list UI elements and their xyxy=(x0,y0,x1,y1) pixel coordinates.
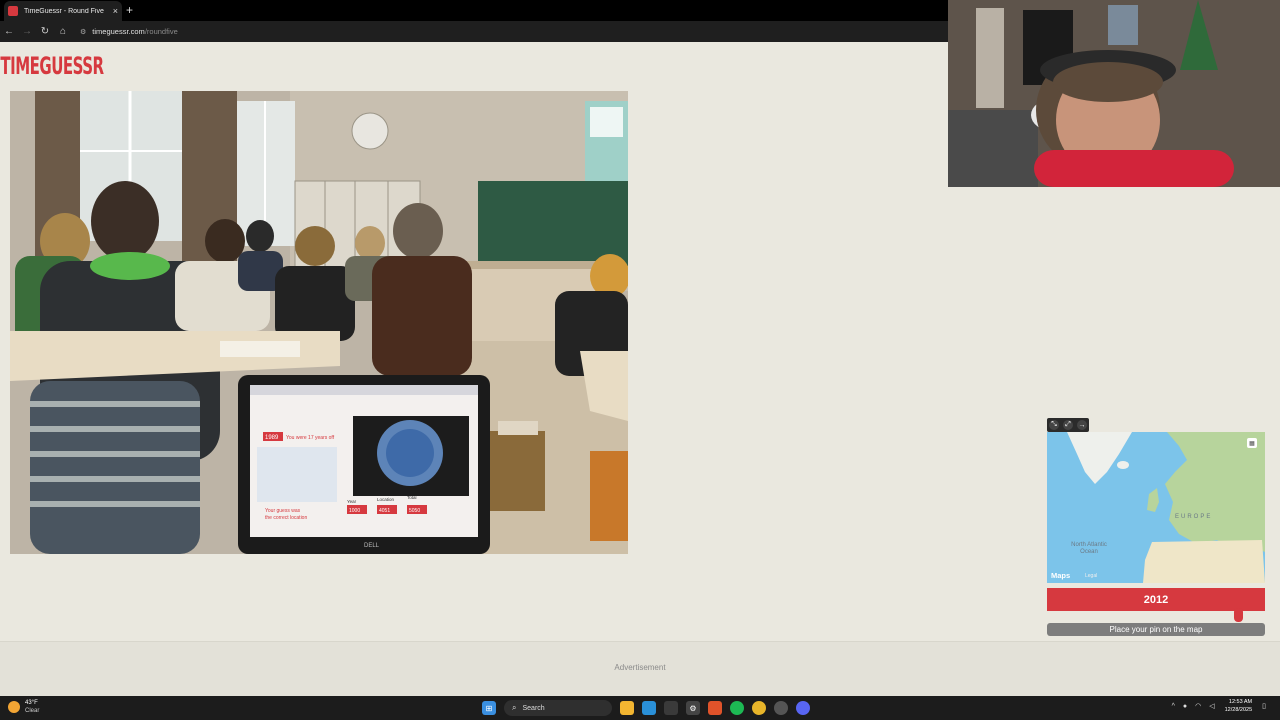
maps-logo-text: Maps xyxy=(1051,571,1071,580)
windows-taskbar: 43°F Clear ⊞ ⌕ Search ⚙ ^ ● ◠ ◁ 12:53 AM… xyxy=(0,696,1280,720)
year-slider-thumb[interactable] xyxy=(1233,608,1243,622)
settings-icon[interactable]: ⚙ xyxy=(686,701,700,715)
wifi-icon[interactable]: ◠ xyxy=(1195,702,1201,710)
clock-time: 12:53 AM xyxy=(1228,699,1253,705)
photo-year-score: 1000 xyxy=(349,508,360,514)
shrink-map-icon[interactable]: ⤢ xyxy=(1063,420,1073,430)
back-icon[interactable]: ← xyxy=(0,26,18,37)
map-label-ocean: North Atlantic Ocean xyxy=(1071,542,1107,555)
photo-guess-text-2: the correct location xyxy=(265,515,307,521)
map-landmass-drawing xyxy=(1067,432,1265,583)
photo-years-off: You were 17 years off xyxy=(286,435,335,441)
system-tray: ^ ● ◠ ◁ 12:53 AM 12/28/2025 ▯ xyxy=(1168,698,1270,714)
webcam-overlay xyxy=(948,0,1280,187)
pin-map-icon[interactable]: → xyxy=(1077,420,1087,430)
photo-total-label: Total xyxy=(407,495,417,500)
discord-icon[interactable] xyxy=(796,701,810,715)
brave-icon[interactable] xyxy=(708,701,722,715)
browser-tab[interactable]: TimeGuessr - Round Five × xyxy=(4,1,122,21)
place-pin-button[interactable]: Place your pin on the map xyxy=(1047,623,1265,636)
clock-date: 12/28/2025 xyxy=(1224,707,1253,713)
expand-map-icon[interactable]: ⤡ xyxy=(1049,420,1059,430)
photo-laptop-brand: DELL xyxy=(364,543,380,549)
chevron-up-icon[interactable]: ^ xyxy=(1172,703,1175,710)
browser-toolbar: ← → ↻ ⌂ ⚙ timeguessr.com/roundfive xyxy=(0,21,948,42)
app-icon[interactable] xyxy=(664,701,678,715)
obs-icon[interactable] xyxy=(774,701,788,715)
address-bar[interactable]: ⚙ timeguessr.com/roundfive xyxy=(76,24,948,39)
close-tab-icon[interactable]: × xyxy=(113,6,118,16)
url-domain: timeguessr.com xyxy=(92,27,145,36)
apple-maps-logo: Maps xyxy=(1051,571,1070,580)
weather-icon xyxy=(8,701,20,713)
webcam-drawing xyxy=(948,0,1280,187)
photo-year-badge: 1989 xyxy=(265,435,279,441)
search-icon: ⌕ xyxy=(512,703,517,712)
weather-widget[interactable]: 43°F Clear xyxy=(8,699,39,715)
taskbar-search[interactable]: ⌕ Search xyxy=(504,700,612,716)
maps-legal-link[interactable]: Legal xyxy=(1085,573,1097,579)
reload-icon[interactable]: ↻ xyxy=(36,26,54,37)
notification-icon[interactable]: ▯ xyxy=(1262,702,1266,710)
windows-start-icon[interactable]: ⊞ xyxy=(482,701,496,715)
photo-guess-text: Your guess was xyxy=(265,508,301,514)
taskbar-search-label: Search xyxy=(522,704,545,712)
timeguessr-favicon-icon xyxy=(8,6,18,16)
spotify-icon[interactable] xyxy=(730,701,744,715)
timeguessr-logo[interactable]: TIMEGUESSR xyxy=(0,42,104,90)
photo-year-label: Year xyxy=(347,499,357,504)
volume-icon[interactable]: ◁ xyxy=(1209,702,1214,710)
photo-location-score: 4051 xyxy=(379,508,390,514)
map-label-europe: EUROPE xyxy=(1175,514,1213,520)
advertisement-label: Advertisement xyxy=(614,663,666,672)
year-slider[interactable] xyxy=(1047,613,1265,618)
steam-icon[interactable] xyxy=(642,701,656,715)
year-value: 2012 xyxy=(1047,588,1265,611)
tab-title: TimeGuessr - Round Five xyxy=(24,7,104,15)
classroom-photo-drawing: DELL 1989 You were 17 years off Your guess … xyxy=(10,91,628,554)
file-explorer-icon[interactable] xyxy=(620,701,634,715)
photo-total-score: 5050 xyxy=(409,508,420,514)
round-photo: DELL 1989 You were 17 years off Your guess … xyxy=(10,91,628,554)
home-icon[interactable]: ⌂ xyxy=(54,26,72,37)
site-info-icon[interactable]: ⚙ xyxy=(80,28,86,36)
map-layers-icon[interactable]: ▦ xyxy=(1247,438,1257,448)
photo-location-label: Location xyxy=(377,497,395,502)
new-tab-button[interactable]: + xyxy=(126,3,133,17)
chrome-icon[interactable] xyxy=(752,701,766,715)
url-path: /roundfive xyxy=(144,27,178,36)
guess-map[interactable]: EUROPE North Atlantic Ocean ▦ Maps Legal xyxy=(1047,432,1265,583)
taskbar-apps: ⊞ ⌕ Search ⚙ xyxy=(478,699,814,717)
browser-tab-bar: TimeGuessr - Round Five × + xyxy=(0,0,948,21)
forward-icon[interactable]: → xyxy=(18,26,36,37)
microphone-icon[interactable]: ● xyxy=(1183,703,1187,710)
weather-temperature: 43°F xyxy=(25,700,38,706)
system-clock[interactable]: 12:53 AM 12/28/2025 xyxy=(1225,698,1253,714)
map-toolbar: ⤡ ⤢ → xyxy=(1047,418,1089,432)
weather-condition: Clear xyxy=(25,708,40,714)
